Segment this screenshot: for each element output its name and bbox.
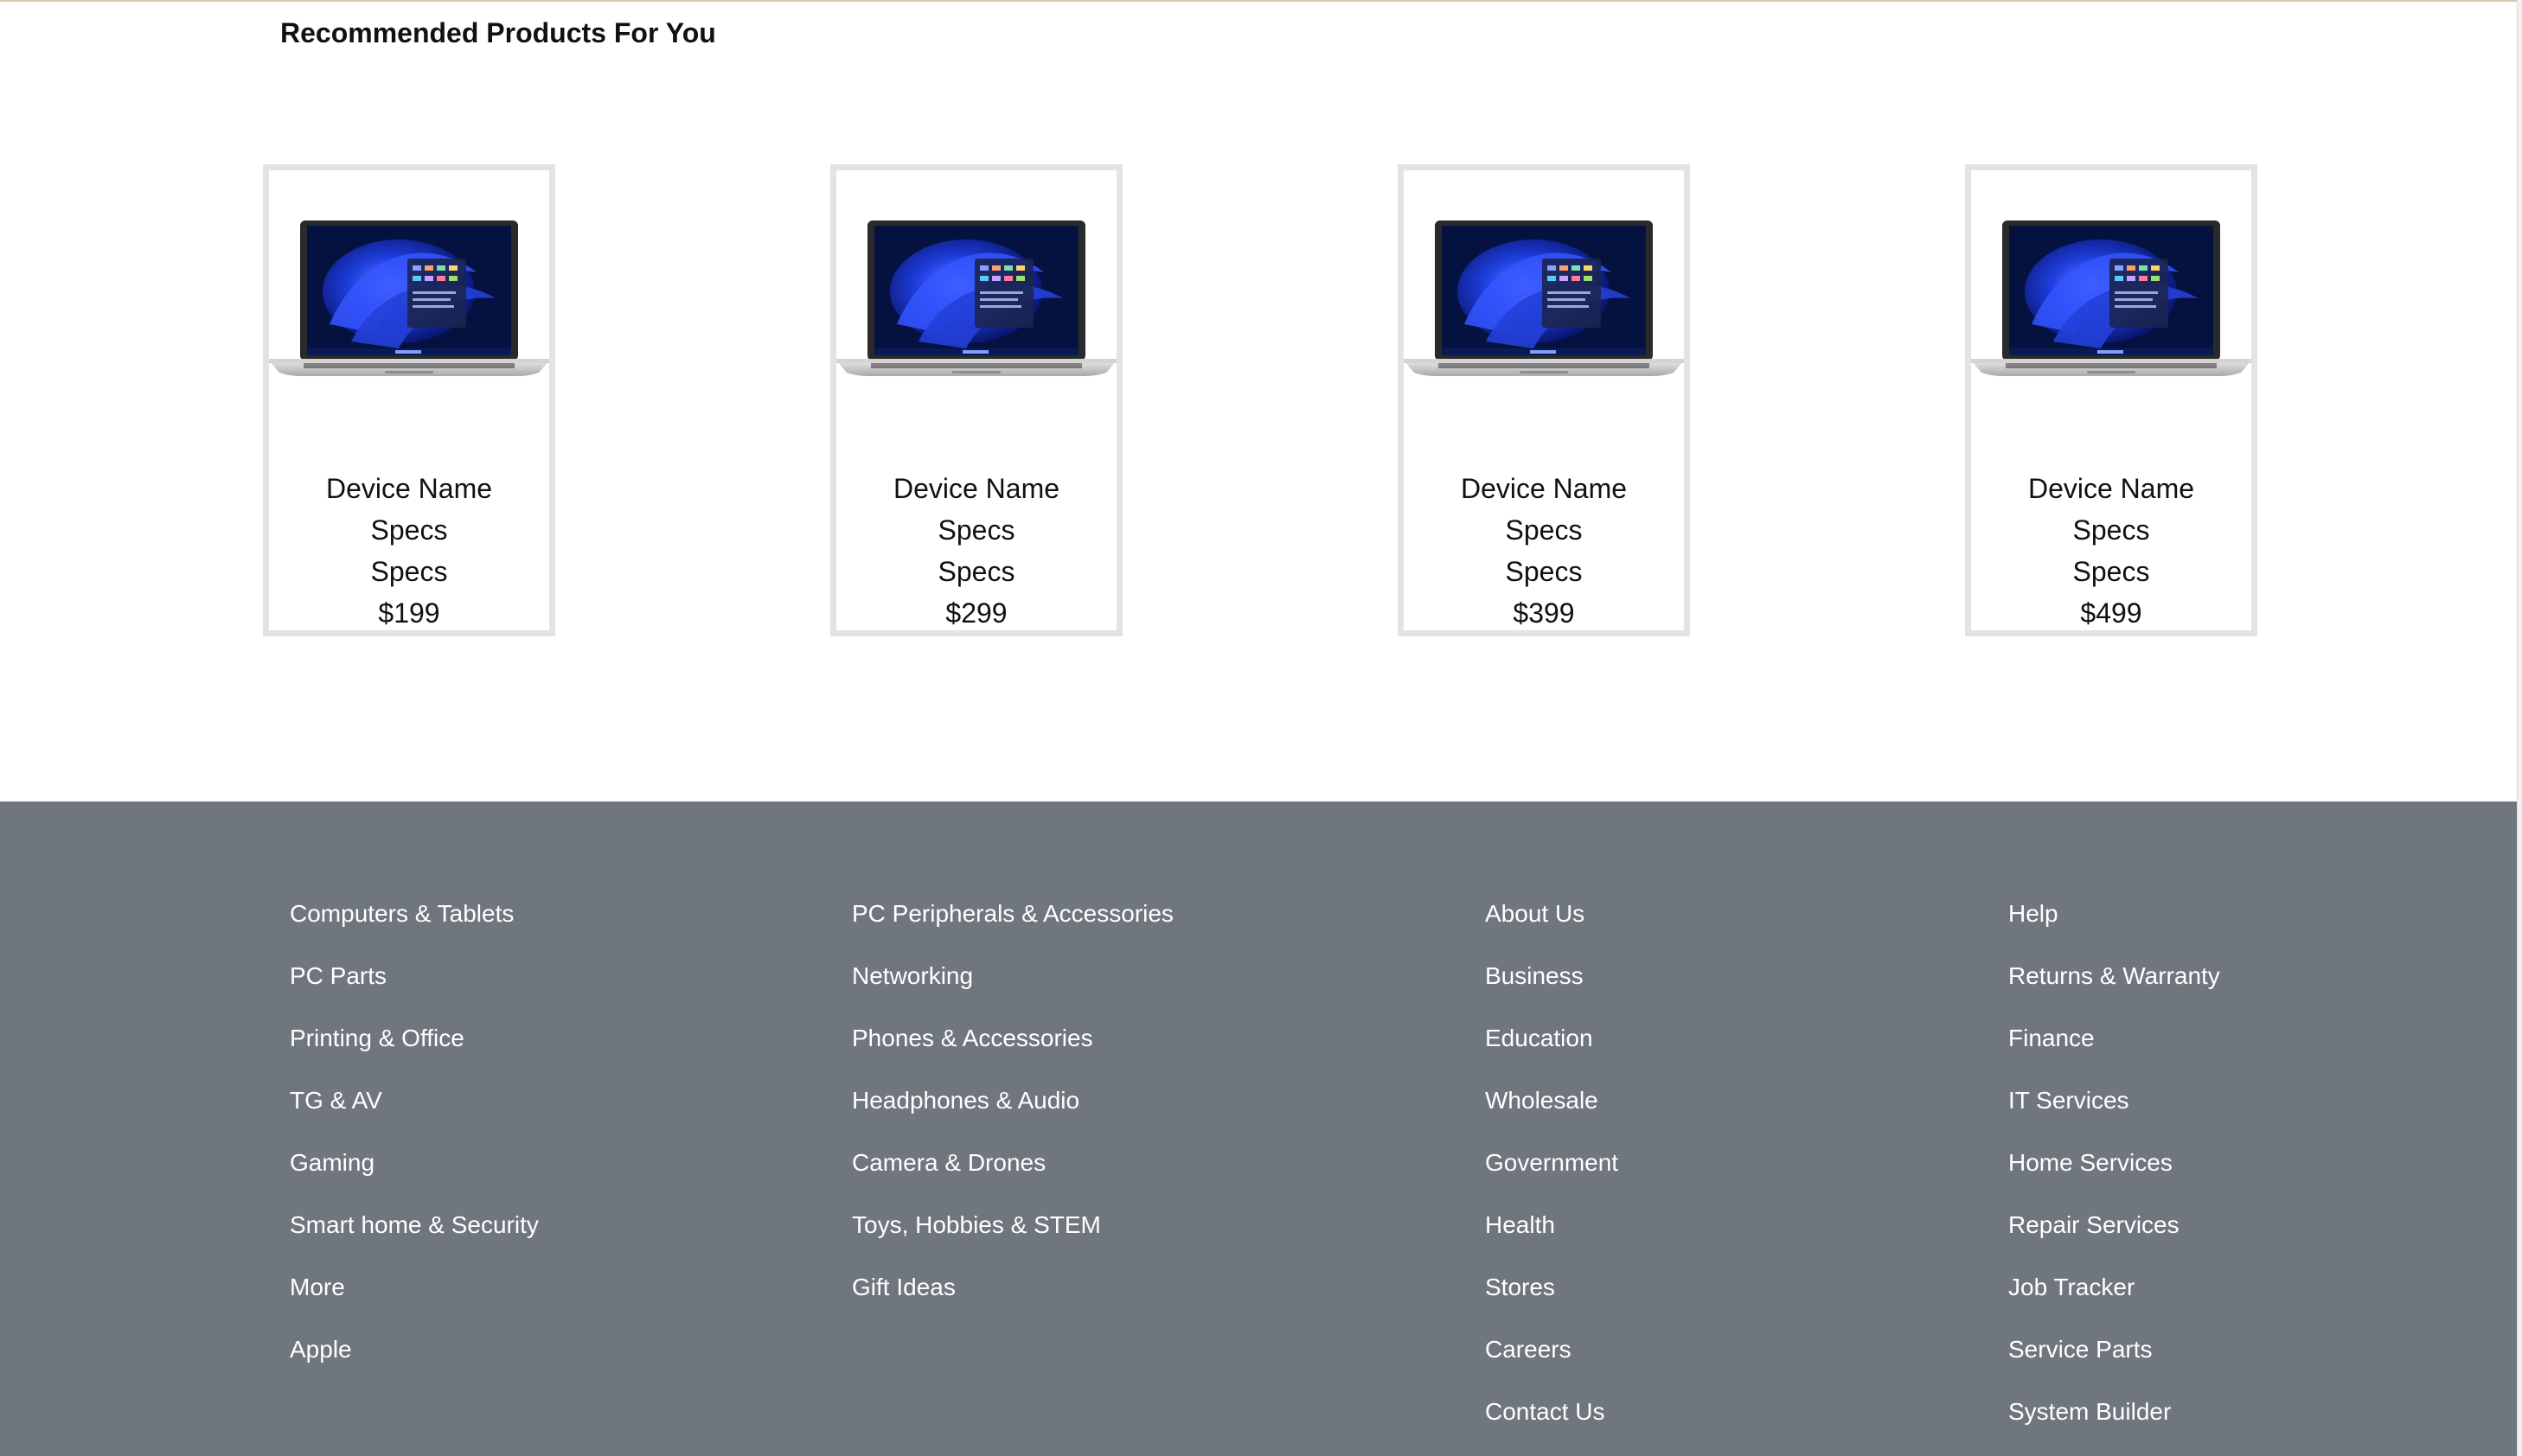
footer-column-company: About Us Business Education Wholesale Go… [1485, 897, 1618, 1456]
page: Recommended Products For You Device Name… [0, 0, 2522, 1456]
footer-link[interactable]: Contact Us [1485, 1395, 1618, 1456]
footer-link[interactable]: System Builder [2008, 1395, 2220, 1456]
footer-link[interactable]: More [290, 1270, 539, 1332]
product-name: Device Name [1460, 473, 1628, 504]
footer-link[interactable]: TG & AV [290, 1083, 539, 1146]
product-spec: Specs [370, 556, 448, 587]
footer-link[interactable]: Apple [290, 1332, 539, 1395]
product-price: $499 [2080, 597, 2142, 629]
product-card[interactable]: Device Name Specs Specs $499 [1965, 164, 2257, 636]
laptop-image [269, 220, 549, 376]
footer-link[interactable]: Education [1485, 1021, 1618, 1083]
page-content: Recommended Products For You Device Name… [0, 0, 2517, 1456]
product-card[interactable]: Device Name Specs Specs $199 [263, 164, 555, 636]
footer-link[interactable]: PC Parts [290, 959, 539, 1021]
footer-link[interactable]: Smart home & Security [290, 1208, 539, 1270]
footer-link[interactable]: Returns & Warranty [2008, 959, 2220, 1021]
product-card[interactable]: Device Name Specs Specs $299 [830, 164, 1123, 636]
footer-column-shop: Computers & Tablets PC Parts Printing & … [290, 897, 539, 1395]
top-divider [0, 0, 2517, 2]
footer-link[interactable]: About Us [1485, 897, 1618, 959]
footer-link[interactable]: Help [2008, 897, 2220, 959]
footer-link[interactable]: Home Services [2008, 1146, 2220, 1208]
product-card[interactable]: Device Name Specs Specs $399 [1398, 164, 1690, 636]
product-price: $299 [945, 597, 1008, 629]
product-spec: Specs [2072, 556, 2150, 587]
footer-link[interactable]: Stores [1485, 1270, 1618, 1332]
footer-link[interactable]: Phones & Accessories [852, 1021, 1174, 1083]
laptop-image [1971, 220, 2251, 376]
product-details: Device Name Specs Specs $199 [269, 468, 549, 634]
product-spec: Specs [938, 514, 1015, 546]
footer-link[interactable]: Printing & Office [290, 1021, 539, 1083]
footer-link[interactable]: Computers & Tablets [290, 897, 539, 959]
product-spec: Specs [938, 556, 1015, 587]
footer-link[interactable]: Health [1485, 1208, 1618, 1270]
vertical-scrollbar[interactable] [2517, 0, 2522, 1456]
footer-link[interactable]: Gift Ideas [852, 1270, 1174, 1332]
product-details: Device Name Specs Specs $299 [836, 468, 1117, 634]
footer-link[interactable]: Business [1485, 959, 1618, 1021]
footer-link[interactable]: PC Peripherals & Accessories [852, 897, 1174, 959]
footer-link[interactable]: Camera & Drones [852, 1146, 1174, 1208]
site-footer: Computers & Tablets PC Parts Printing & … [0, 801, 2517, 1456]
product-name: Device Name [2027, 473, 2195, 504]
laptop-image [836, 220, 1117, 376]
product-name: Device Name [893, 473, 1060, 504]
footer-link[interactable]: Careers [1485, 1332, 1618, 1395]
laptop-image [1404, 220, 1684, 376]
product-spec: Specs [1505, 556, 1583, 587]
product-spec: Specs [1505, 514, 1583, 546]
footer-link[interactable]: Finance [2008, 1021, 2220, 1083]
footer-link[interactable]: Gaming [290, 1146, 539, 1208]
footer-column-accessories: PC Peripherals & Accessories Networking … [852, 897, 1174, 1332]
product-name: Device Name [325, 473, 493, 504]
product-price: $399 [1513, 597, 1575, 629]
footer-link[interactable]: Headphones & Audio [852, 1083, 1174, 1146]
product-details: Device Name Specs Specs $499 [1971, 468, 2251, 634]
footer-link[interactable]: Service Parts [2008, 1332, 2220, 1395]
footer-link[interactable]: IT Services [2008, 1083, 2220, 1146]
footer-link[interactable]: Toys, Hobbies & STEM [852, 1208, 1174, 1270]
product-details: Device Name Specs Specs $399 [1404, 468, 1684, 634]
footer-link[interactable]: Government [1485, 1146, 1618, 1208]
footer-link[interactable]: Wholesale [1485, 1083, 1618, 1146]
product-price: $199 [378, 597, 440, 629]
product-spec: Specs [2072, 514, 2150, 546]
footer-link[interactable]: Job Tracker [2008, 1270, 2220, 1332]
product-spec: Specs [370, 514, 448, 546]
recommended-section-title: Recommended Products For You [280, 17, 716, 48]
footer-link[interactable]: Repair Services [2008, 1208, 2220, 1270]
footer-column-services: Help Returns & Warranty Finance IT Servi… [2008, 897, 2220, 1456]
footer-link[interactable]: Networking [852, 959, 1174, 1021]
